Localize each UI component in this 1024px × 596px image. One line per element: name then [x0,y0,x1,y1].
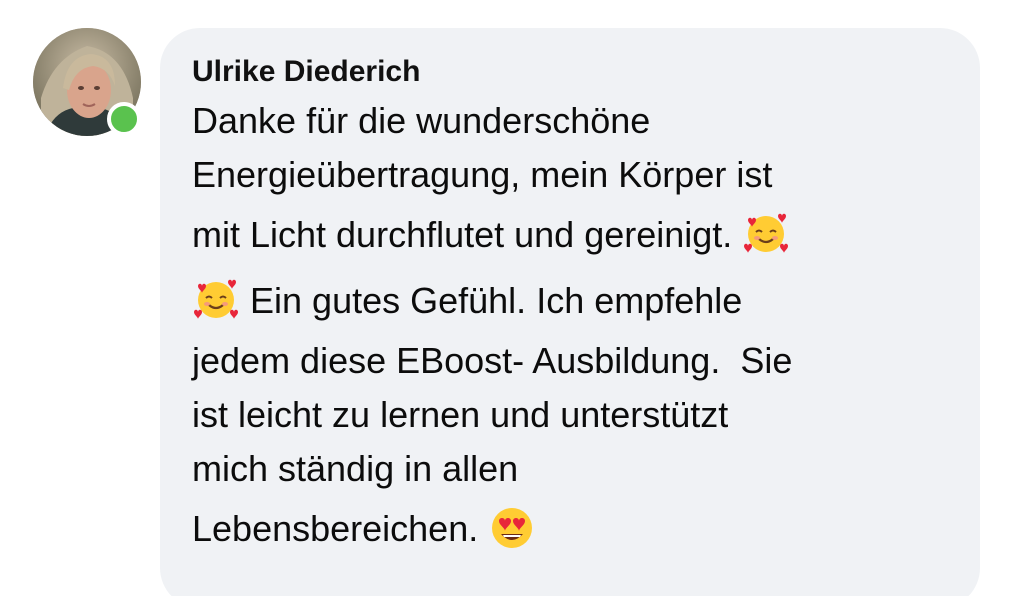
comment-line: Energieübertragung, mein Körper ist [192,148,950,202]
heart-eyes-face-icon [492,508,533,549]
smiling-face-with-hearts-icon [744,214,789,254]
comment-line: ist leicht zu lernen und unterstützt [192,388,950,442]
comment-line-text: Ein gutes Gefühl. Ich empfehle [250,280,743,321]
comment-line: Danke für die wunderschöne [192,94,950,148]
comment-line-text: Lebensbereichen. [192,508,479,549]
comment-line-text: ist leicht zu lernen und unterstützt [192,394,729,435]
comment-line: Lebensbereichen. [192,496,950,562]
smiling-face-with-hearts-icon [194,280,238,320]
comment-line: mit Licht durchflutet und gereinigt. [192,202,950,268]
comment-text: Danke für die wunderschöne Energieübertr… [192,94,950,562]
comment-line-text: Danke für die wunderschöne [192,100,651,141]
comment-line: Ein gutes Gefühl. Ich empfehle [192,268,950,334]
comment-line-text: mit Licht durchflutet und gereinigt. [192,214,733,255]
avatar-wrap[interactable] [33,28,141,136]
online-status-dot [107,102,141,136]
comment-line-text: jedem diese EBoost- Ausbildung. Sie [192,340,793,381]
comment-line: jedem diese EBoost- Ausbildung. Sie [192,334,950,388]
comment-author[interactable]: Ulrike Diederich [192,54,950,90]
comment-line: mich ständig in allen [192,442,950,496]
comment-row: Ulrike Diederich Danke für die wundersch… [0,0,1024,596]
comment-line-text: mich ständig in allen [192,448,519,489]
comment-bubble: Ulrike Diederich Danke für die wundersch… [160,28,980,596]
comment-line-text: Energieübertragung, mein Körper ist [192,154,773,195]
